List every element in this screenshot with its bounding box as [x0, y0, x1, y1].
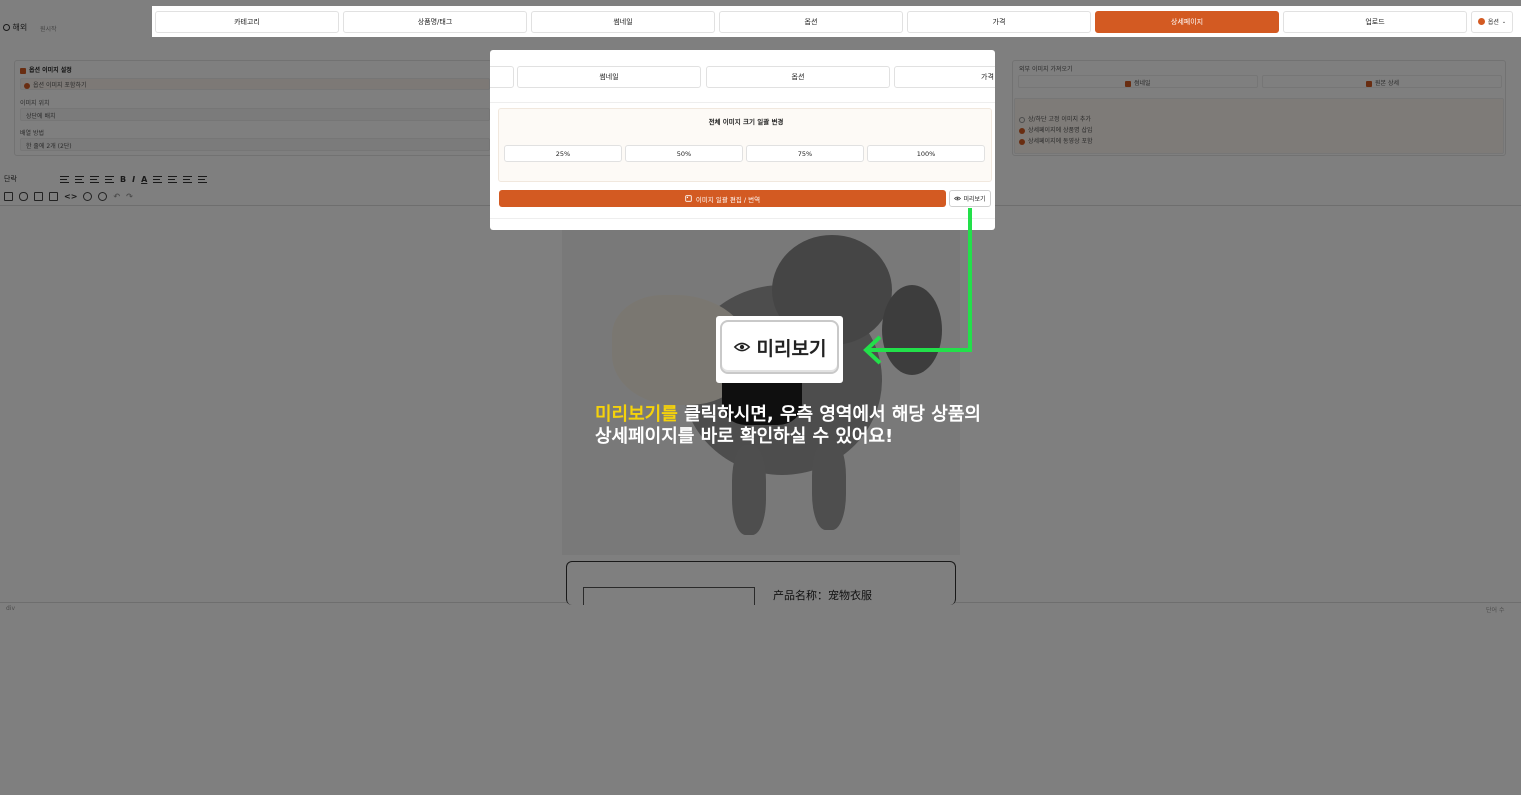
- tutorial-message: 미리보기를 클릭하시면, 우측 영역에서 해당 상품의 상세페이지를 바로 확인…: [595, 404, 981, 448]
- tutorial-line-1-rest: 클릭하시면, 우측 영역에서 해당 상품의: [677, 404, 981, 425]
- callout-arrow: [863, 208, 972, 365]
- preview-zoom-label: 미리보기: [756, 337, 827, 360]
- tutorial-highlight: 미리보기를: [595, 404, 678, 425]
- tutorial-line-2: 상세페이지를 바로 확인하실 수 있어요!: [595, 426, 894, 447]
- eye-icon: [733, 342, 750, 352]
- tutorial-line-1: 미리보기를 클릭하시면, 우측 영역에서 해당 상품의: [595, 404, 981, 426]
- preview-button-zoomed[interactable]: 미리보기: [720, 320, 839, 374]
- preview-zoom-frame: 미리보기: [716, 316, 843, 383]
